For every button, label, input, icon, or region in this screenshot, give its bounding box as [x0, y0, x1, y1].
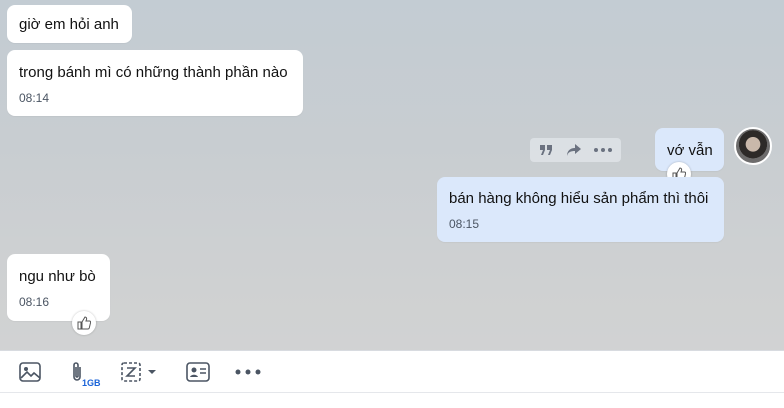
message-outgoing[interactable]: vớ vẫn — [655, 128, 724, 171]
message-text: ngu như bò — [19, 268, 96, 285]
message-text: giờ em hỏi anh — [19, 16, 119, 33]
message-time: 08:16 — [19, 295, 50, 309]
contact-card-icon[interactable] — [185, 359, 211, 385]
message-input-area[interactable] — [0, 392, 784, 408]
message-time: 08:15 — [449, 217, 480, 231]
message-incoming[interactable]: trong bánh mì có những thành phần nào 08… — [7, 50, 303, 116]
more-icon[interactable] — [591, 138, 615, 162]
forward-icon[interactable] — [562, 138, 586, 162]
message-incoming[interactable]: ngu như bò 08:16 — [7, 254, 110, 321]
avatar[interactable] — [734, 127, 772, 165]
attach-size-badge: 1GB — [82, 378, 101, 388]
thumbs-up-icon[interactable] — [72, 311, 96, 335]
message-outgoing[interactable]: bán hàng không hiểu sản phẩm thì thôi 08… — [437, 177, 724, 242]
message-text: vớ vẫn — [667, 142, 713, 159]
message-text: trong bánh mì có những thành phần nào — [19, 64, 288, 81]
composer-toolbar: 1GB — [0, 350, 784, 393]
more-options-icon[interactable] — [233, 359, 263, 385]
message-time: 08:14 — [19, 91, 50, 105]
image-icon[interactable] — [17, 359, 43, 385]
message-incoming[interactable]: giờ em hỏi anh — [7, 5, 132, 43]
message-text: bán hàng không hiểu sản phẩm thì thôi — [449, 190, 709, 207]
quote-icon[interactable] — [534, 138, 558, 162]
message-actions-bar — [530, 138, 621, 162]
screenshot-icon[interactable] — [120, 359, 160, 385]
